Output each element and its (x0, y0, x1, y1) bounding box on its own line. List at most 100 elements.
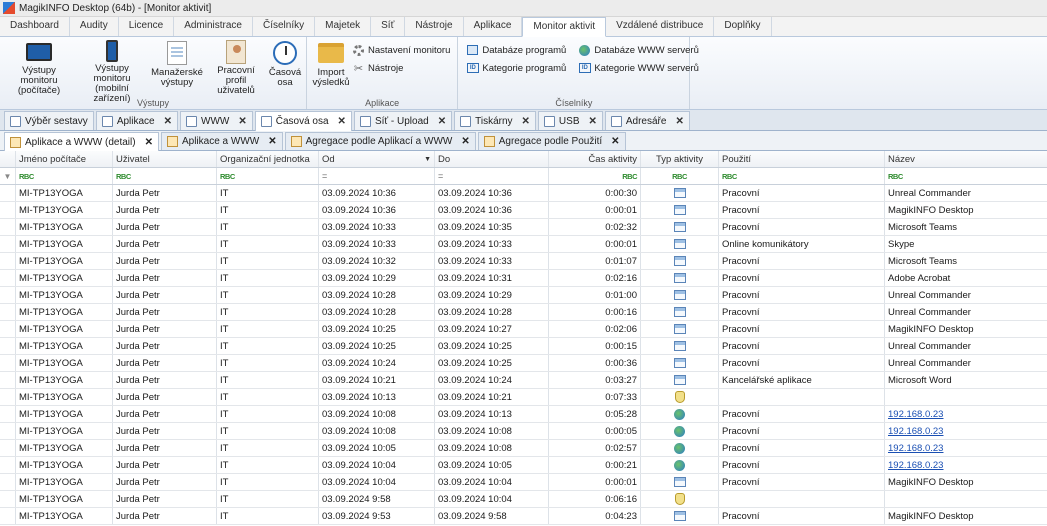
menu-item[interactable]: Aplikace (464, 17, 523, 36)
column-filter[interactable]: RBC (549, 168, 641, 184)
menu-item[interactable]: Dashboard (0, 17, 70, 36)
casova-osa-button[interactable]: Časová osa (267, 39, 303, 97)
column-filter[interactable]: RBC (113, 168, 217, 184)
column-header[interactable]: Od ▼ (319, 151, 435, 167)
close-icon[interactable]: ✕ (145, 137, 153, 148)
close-icon[interactable]: ✕ (338, 116, 346, 127)
column-filter[interactable]: RBC (16, 168, 113, 184)
table-row[interactable]: MI-TP13YOGA Jurda Petr IT 03.09.2024 10:25 0… (0, 321, 1047, 338)
databaze-programu-button[interactable]: Databáze programů (466, 43, 570, 57)
column-header[interactable]: Použití (719, 151, 885, 167)
column-filter[interactable]: RBC (719, 168, 885, 184)
table-cell: MI-TP13YOGA (16, 457, 113, 473)
table-row[interactable]: MI-TP13YOGA Jurda Petr IT 03.09.2024 10:28 0… (0, 287, 1047, 304)
manazerske-vystupy-button[interactable]: Manažerské výstupy (149, 39, 205, 97)
menu-item[interactable]: Vzdálené distribuce (606, 17, 715, 36)
table-row[interactable]: MI-TP13YOGA Jurda Petr IT 03.09.2024 10:28 0… (0, 304, 1047, 321)
table-row[interactable]: MI-TP13YOGA Jurda Petr IT 03.09.2024 9:53 03… (0, 508, 1047, 525)
column-filter[interactable]: = (435, 168, 549, 184)
table-row[interactable]: MI-TP13YOGA Jurda Petr IT 03.09.2024 10:33 0… (0, 219, 1047, 236)
menu-item[interactable]: Audity (70, 17, 119, 36)
table-row[interactable]: MI-TP13YOGA Jurda Petr IT 03.09.2024 10:25 0… (0, 338, 1047, 355)
kategorie-www-button[interactable]: ID Kategorie WWW serverů (578, 61, 703, 75)
table-row[interactable]: MI-TP13YOGA Jurda Petr IT 03.09.2024 10:36 0… (0, 185, 1047, 202)
table-row[interactable]: MI-TP13YOGA Jurda Petr IT 03.09.2024 10:13 0… (0, 389, 1047, 406)
web-link[interactable]: 192.168.0.23 (888, 409, 943, 420)
document-tab[interactable]: Aplikace ✕ (95, 111, 179, 130)
close-icon[interactable]: ✕ (588, 116, 596, 127)
databaze-www-button[interactable]: Databáze WWW serverů (578, 43, 703, 57)
report-subtab[interactable]: Aplikace a WWW (detail) ✕ (4, 132, 159, 151)
web-link[interactable]: 192.168.0.23 (888, 443, 943, 454)
table-row[interactable]: MI-TP13YOGA Jurda Petr IT 03.09.2024 10:04 0… (0, 457, 1047, 474)
pracovni-profil-button[interactable]: Pracovní profil uživatelů (205, 39, 267, 97)
report-subtab[interactable]: Agregace podle Aplikací a WWW ✕ (284, 132, 476, 150)
column-header[interactable]: Typ aktivity (641, 151, 719, 167)
column-header[interactable]: Jméno počítače (16, 151, 113, 167)
table-cell: MI-TP13YOGA (16, 219, 113, 235)
table-cell: Pracovní (719, 270, 885, 286)
table-cell: Skype (888, 238, 915, 250)
column-filter[interactable]: RBC (885, 168, 1047, 184)
document-tab[interactable]: Časová osa ✕ (254, 111, 352, 131)
table-row[interactable]: MI-TP13YOGA Jurda Petr IT 03.09.2024 10:32 0… (0, 253, 1047, 270)
column-header[interactable]: Čas aktivity (549, 151, 641, 167)
column-header[interactable]: Do (435, 151, 549, 167)
menu-item[interactable]: Doplňky (714, 17, 772, 36)
table-cell: IT (217, 287, 319, 303)
table-row[interactable]: MI-TP13YOGA Jurda Petr IT 03.09.2024 10:04 0… (0, 474, 1047, 491)
close-icon[interactable]: ✕ (675, 116, 683, 127)
menu-item[interactable]: Číselníky (253, 17, 316, 36)
close-icon[interactable]: ✕ (268, 136, 276, 147)
nastaveni-monitoru-button[interactable]: Nastavení monitoru (352, 43, 454, 57)
close-icon[interactable]: ✕ (461, 136, 469, 147)
table-cell: Jurda Petr (113, 372, 217, 388)
table-row[interactable]: MI-TP13YOGA Jurda Petr IT 03.09.2024 10:08 0… (0, 406, 1047, 423)
nastroje-button[interactable]: ✂ Nástroje (352, 61, 454, 75)
table-row[interactable]: MI-TP13YOGA Jurda Petr IT 03.09.2024 10:21 0… (0, 372, 1047, 389)
document-tab[interactable]: WWW ✕ (180, 111, 253, 130)
column-filter[interactable]: RBC (641, 168, 719, 184)
table-row[interactable]: MI-TP13YOGA Jurda Petr IT 03.09.2024 10:24 0… (0, 355, 1047, 372)
close-icon[interactable]: ✕ (238, 116, 246, 127)
close-icon[interactable]: ✕ (438, 116, 446, 127)
column-header-label: Jméno počítače (19, 153, 87, 165)
column-filter[interactable]: = (319, 168, 435, 184)
document-tab[interactable]: Adresáře ✕ (604, 111, 690, 130)
table-cell: 0:02:16 (549, 270, 641, 286)
document-tab[interactable]: Tiskárny ✕ (454, 111, 536, 130)
document-tab[interactable]: Síť - Upload ✕ (353, 111, 453, 130)
vystupy-mobilni-button[interactable]: Výstupy monitoru (mobilní zařízení) (75, 39, 149, 104)
menu-item[interactable]: Monitor aktivit (522, 17, 607, 37)
column-header[interactable]: Uživatel (113, 151, 217, 167)
table-row[interactable]: MI-TP13YOGA Jurda Petr IT 03.09.2024 9:58 03… (0, 491, 1047, 508)
document-tab[interactable]: USB ✕ (537, 111, 603, 130)
menu-item[interactable]: Majetek (315, 17, 372, 36)
table-row[interactable]: MI-TP13YOGA Jurda Petr IT 03.09.2024 10:29 0… (0, 270, 1047, 287)
table-row[interactable]: MI-TP13YOGA Jurda Petr IT 03.09.2024 10:05 0… (0, 440, 1047, 457)
table-cell: 0:00:01 (549, 236, 641, 252)
menu-item[interactable]: Administrace (174, 17, 253, 36)
column-header[interactable]: Organizační jednotka (217, 151, 319, 167)
document-tab[interactable]: Výběr sestavy (4, 111, 94, 130)
close-icon[interactable]: ✕ (522, 116, 530, 127)
menu-item[interactable]: Síť (371, 17, 406, 36)
table-cell (641, 406, 719, 422)
kategorie-programu-button[interactable]: ID Kategorie programů (466, 61, 570, 75)
column-filter[interactable]: RBC (217, 168, 319, 184)
web-link[interactable]: 192.168.0.23 (888, 426, 943, 437)
application-activity-icon (673, 375, 686, 385)
report-subtab[interactable]: Aplikace a WWW ✕ (160, 132, 283, 150)
table-row[interactable]: MI-TP13YOGA Jurda Petr IT 03.09.2024 10:33 0… (0, 236, 1047, 253)
web-link[interactable]: 192.168.0.23 (888, 460, 943, 471)
table-row[interactable]: MI-TP13YOGA Jurda Petr IT 03.09.2024 10:36 0… (0, 202, 1047, 219)
close-icon[interactable]: ✕ (611, 136, 619, 147)
menu-item[interactable]: Nástroje (405, 17, 464, 36)
import-vysledku-button[interactable]: Import výsledků (310, 39, 352, 97)
vystupy-pocitace-button[interactable]: Výstupy monitoru (počítače) (3, 39, 75, 97)
report-subtab[interactable]: Agregace podle Použití ✕ (477, 132, 626, 150)
close-icon[interactable]: ✕ (164, 116, 172, 127)
menu-item[interactable]: Licence (119, 17, 175, 36)
column-header[interactable]: Název (885, 151, 1047, 167)
table-row[interactable]: MI-TP13YOGA Jurda Petr IT 03.09.2024 10:08 0… (0, 423, 1047, 440)
